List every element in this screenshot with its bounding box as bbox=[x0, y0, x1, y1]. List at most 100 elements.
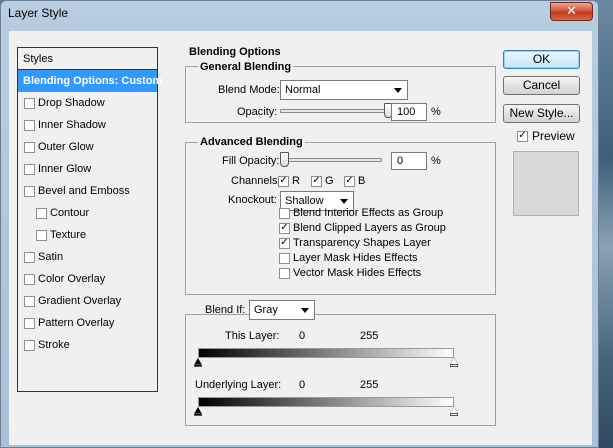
chevron-down-icon bbox=[301, 308, 309, 313]
style-item-checkbox[interactable] bbox=[36, 229, 47, 241]
fill-opacity-slider-thumb[interactable] bbox=[280, 152, 289, 167]
advanced-option[interactable]: Layer Mask Hides Effects bbox=[279, 251, 418, 265]
ok-button[interactable]: OK bbox=[503, 50, 580, 69]
preview-toggle[interactable]: ✓ Preview bbox=[517, 129, 575, 143]
chevron-down-icon bbox=[394, 88, 402, 93]
style-item-label: Color Overlay bbox=[38, 273, 106, 285]
style-item-label: Contour bbox=[50, 207, 90, 219]
advanced-option[interactable]: Blend Interior Effects as Group bbox=[279, 206, 443, 220]
title-bar[interactable]: Layer Style ✕ bbox=[1, 1, 598, 25]
blend-mode-value: Normal bbox=[285, 84, 321, 96]
advanced-option-checkbox[interactable]: ✓ bbox=[279, 222, 290, 234]
style-item-label: Inner Glow bbox=[38, 163, 92, 175]
dialog-content: Styles Blending Options: Custom Drop Shad… bbox=[9, 31, 592, 445]
cancel-button[interactable]: Cancel bbox=[503, 76, 580, 95]
style-item[interactable]: Blending Options: Custom bbox=[18, 70, 162, 92]
fill-opacity-input[interactable]: 0 bbox=[391, 152, 427, 170]
blend-if-value: Gray bbox=[254, 304, 278, 316]
style-item-label: Stroke bbox=[38, 339, 70, 351]
style-item-checkbox[interactable] bbox=[24, 251, 35, 263]
style-item-label: Outer Glow bbox=[38, 141, 94, 153]
style-item[interactable]: Stroke bbox=[18, 334, 157, 356]
style-item-checkbox[interactable] bbox=[24, 97, 35, 109]
this-layer-black-slider-base[interactable] bbox=[194, 364, 202, 367]
channel-r-label: R bbox=[292, 175, 300, 187]
style-item[interactable]: Contour bbox=[18, 202, 157, 224]
style-item-checkbox[interactable] bbox=[24, 317, 35, 329]
style-item-checkbox[interactable] bbox=[24, 163, 35, 175]
channel-b-checkbox[interactable]: ✓ bbox=[344, 175, 355, 187]
advanced-option[interactable]: ✓ Blend Clipped Layers as Group bbox=[279, 221, 446, 235]
channels-label: Channels: bbox=[231, 175, 281, 187]
this-layer-max: 255 bbox=[360, 330, 379, 342]
channel-b[interactable]: ✓ B bbox=[344, 174, 365, 188]
advanced-option-label: Vector Mask Hides Effects bbox=[293, 267, 422, 279]
advanced-option-label: Layer Mask Hides Effects bbox=[293, 252, 418, 264]
channel-g[interactable]: ✓ G bbox=[311, 174, 334, 188]
styles-list: Styles Blending Options: Custom Drop Shad… bbox=[17, 47, 162, 392]
blend-mode-select[interactable]: Normal bbox=[280, 80, 408, 100]
new-style-button[interactable]: New Style... bbox=[503, 104, 580, 123]
opacity-input[interactable]: 100 bbox=[391, 103, 427, 121]
style-item-label: Texture bbox=[50, 229, 87, 241]
close-icon: ✕ bbox=[566, 4, 577, 19]
style-item[interactable]: Bevel and Emboss bbox=[18, 180, 157, 202]
fill-opacity-slider[interactable] bbox=[280, 158, 382, 162]
advanced-option-checkbox[interactable] bbox=[279, 207, 290, 219]
blend-if-select[interactable]: Gray bbox=[249, 300, 315, 320]
advanced-option[interactable]: Vector Mask Hides Effects bbox=[279, 266, 421, 280]
advanced-blending-title: Advanced Blending bbox=[198, 136, 305, 148]
style-item-label: Gradient Overlay bbox=[38, 295, 122, 307]
style-item-checkbox[interactable] bbox=[24, 339, 35, 351]
style-item-checkbox[interactable] bbox=[24, 141, 35, 153]
close-button[interactable]: ✕ bbox=[550, 2, 593, 21]
underlying-layer-label: Underlying Layer: bbox=[195, 379, 282, 391]
style-item-checkbox[interactable] bbox=[24, 119, 35, 131]
advanced-option-checkbox[interactable] bbox=[279, 267, 290, 279]
blending-options-title: Blending Options bbox=[189, 46, 281, 58]
preview-checkbox[interactable]: ✓ bbox=[517, 130, 528, 142]
underlying-layer-gradient bbox=[198, 397, 454, 407]
style-item[interactable]: Color Overlay bbox=[18, 268, 157, 290]
styles-list-header: Styles bbox=[18, 48, 157, 70]
style-item[interactable]: Drop Shadow bbox=[18, 92, 157, 114]
advanced-option-checkbox[interactable] bbox=[279, 252, 290, 264]
this-layer-gradient bbox=[198, 348, 454, 358]
advanced-option-checkbox[interactable]: ✓ bbox=[279, 237, 290, 249]
underlying-layer-min: 0 bbox=[299, 379, 306, 391]
opacity-unit: % bbox=[431, 106, 441, 118]
style-item-label: Inner Shadow bbox=[38, 119, 106, 131]
style-item[interactable]: Pattern Overlay bbox=[18, 312, 157, 334]
knockout-label: Knockout: bbox=[228, 194, 277, 206]
style-item[interactable]: Texture bbox=[18, 224, 157, 246]
fill-opacity-label: Fill Opacity: bbox=[222, 155, 280, 167]
advanced-option[interactable]: ✓ Transparency Shapes Layer bbox=[279, 236, 431, 250]
preview-swatch bbox=[513, 151, 579, 216]
advanced-option-label: Blend Interior Effects as Group bbox=[293, 207, 444, 219]
style-item-checkbox[interactable] bbox=[24, 273, 35, 285]
blend-if-label: Blend If: bbox=[205, 304, 246, 316]
style-item-checkbox[interactable] bbox=[24, 295, 35, 307]
channel-g-checkbox[interactable]: ✓ bbox=[311, 175, 322, 187]
style-item-checkbox[interactable] bbox=[36, 207, 47, 219]
style-item[interactable]: Satin bbox=[18, 246, 157, 268]
blend-mode-label: Blend Mode: bbox=[218, 84, 280, 96]
styles-list-items: Blending Options: Custom Drop Shadow Inner… bbox=[18, 70, 162, 356]
fill-opacity-unit: % bbox=[431, 155, 441, 167]
style-item[interactable]: Inner Glow bbox=[18, 158, 157, 180]
this-layer-label: This Layer: bbox=[225, 330, 280, 342]
style-item[interactable]: Inner Shadow bbox=[18, 114, 157, 136]
style-item-label: Drop Shadow bbox=[38, 97, 105, 109]
underlying-layer-white-slider-base[interactable] bbox=[450, 413, 458, 416]
underlying-layer-black-slider-base[interactable] bbox=[194, 413, 202, 416]
channel-r-checkbox[interactable]: ✓ bbox=[278, 175, 289, 187]
style-item[interactable]: Outer Glow bbox=[18, 136, 157, 158]
this-layer-white-slider-base[interactable] bbox=[450, 364, 458, 367]
style-item-checkbox[interactable] bbox=[24, 185, 35, 197]
opacity-slider[interactable] bbox=[280, 109, 388, 113]
style-item-label: Blending Options: Custom bbox=[23, 75, 163, 87]
style-item[interactable]: Gradient Overlay bbox=[18, 290, 157, 312]
channel-g-label: G bbox=[325, 175, 334, 187]
channel-r[interactable]: ✓ R bbox=[278, 174, 300, 188]
advanced-option-label: Transparency Shapes Layer bbox=[293, 237, 431, 249]
